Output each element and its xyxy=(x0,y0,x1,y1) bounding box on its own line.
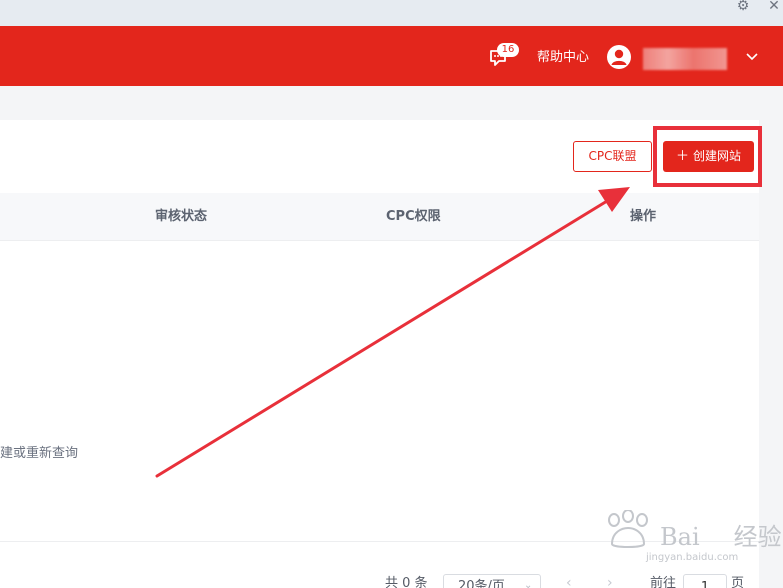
username-redacted[interactable] xyxy=(643,48,727,70)
page-number-input[interactable] xyxy=(683,574,727,588)
page-unit-label: 页 xyxy=(731,576,745,588)
prev-page-button[interactable]: ‹ xyxy=(566,576,572,588)
close-icon[interactable]: ✕ xyxy=(766,0,782,14)
watermark-logo: Bai 经验 xyxy=(660,523,782,551)
window-titlebar: ⚙ ✕ xyxy=(0,0,783,26)
breadcrumb-bar xyxy=(0,86,783,120)
user-avatar-icon[interactable] xyxy=(607,45,631,69)
chevron-down-icon[interactable] xyxy=(744,50,760,64)
chevron-down-icon: ⌄ xyxy=(524,580,533,588)
gear-icon[interactable]: ⚙ xyxy=(735,0,751,14)
page-size-value: 20条/页 xyxy=(458,579,505,588)
column-header-review-status: 审核状态 xyxy=(155,209,208,224)
help-center-link[interactable]: 帮助中心 xyxy=(537,48,589,68)
goto-label: 前往 xyxy=(650,576,677,588)
pagination-total: 共 0 条 xyxy=(385,576,428,588)
empty-state-text: 建或重新查询 xyxy=(0,446,79,461)
watermark-url: jingyan.baidu.com xyxy=(646,552,739,563)
next-page-button[interactable]: › xyxy=(607,576,613,588)
paw-logo-icon xyxy=(608,510,648,548)
annotation-highlight-box xyxy=(653,126,762,187)
cpc-alliance-button[interactable]: CPC联盟 xyxy=(573,141,652,172)
message-count-badge: 16 xyxy=(497,43,519,57)
column-header-cpc-permission: CPC权限 xyxy=(386,209,441,224)
column-header-actions: 操作 xyxy=(630,209,657,224)
page-size-select[interactable]: 20条/页 ⌄ xyxy=(443,574,541,588)
